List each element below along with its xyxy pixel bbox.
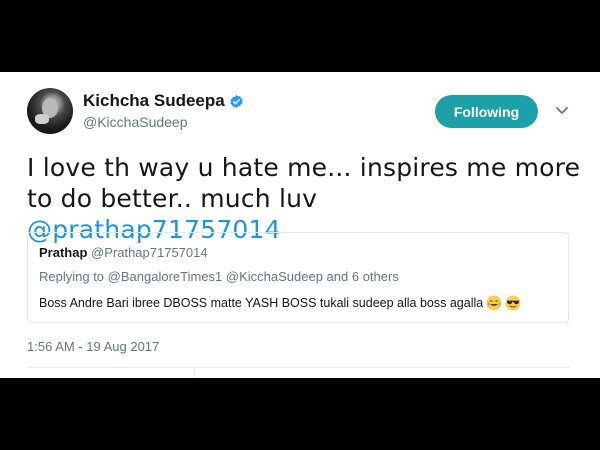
divider-vertical bbox=[194, 367, 195, 378]
quoted-tweet-body: Boss Andre Bari ibree DBOSS matte YASH B… bbox=[39, 295, 521, 311]
quoted-tweet-text: Boss Andre Bari ibree DBOSS matte YASH B… bbox=[39, 296, 484, 310]
quoted-tweet-replying-line: Replying to @BangaloreTimes1 @KicchaSude… bbox=[39, 269, 399, 284]
tweet-card: Kichcha Sudeepa @KicchaSudeep Following … bbox=[0, 72, 600, 378]
avatar[interactable] bbox=[27, 88, 73, 134]
chevron-down-icon[interactable] bbox=[555, 106, 569, 116]
quoted-tweet-header: Prathap @Prathap71757014 bbox=[39, 245, 208, 260]
replying-prefix: Replying to bbox=[39, 269, 105, 284]
tweet-timestamp[interactable]: 1:56 AM - 19 Aug 2017 bbox=[27, 339, 159, 354]
quoted-tweet-handle: @Prathap71757014 bbox=[91, 245, 208, 260]
face-with-tears-of-joy-icon bbox=[486, 295, 502, 311]
user-handle[interactable]: @KicchaSudeep bbox=[83, 114, 188, 130]
tweet-body: I love th way u hate me... inspires me m… bbox=[27, 153, 581, 213]
letterbox-top bbox=[0, 0, 600, 72]
avatar-hand bbox=[35, 114, 49, 124]
display-name[interactable]: Kichcha Sudeepa bbox=[83, 91, 225, 111]
smiling-face-with-sunglasses-icon bbox=[505, 295, 521, 311]
verified-badge-icon bbox=[230, 94, 243, 108]
divider bbox=[27, 367, 570, 368]
quoted-tweet[interactable]: Prathap @Prathap71757014 Replying to @Ba… bbox=[27, 232, 569, 323]
replying-to-handles[interactable]: @BangaloreTimes1 @KicchaSudeep bbox=[108, 269, 323, 284]
user-name-row: Kichcha Sudeepa bbox=[83, 91, 244, 111]
quoted-tweet-name: Prathap bbox=[39, 245, 88, 260]
letterbox-bottom bbox=[0, 378, 600, 450]
following-button[interactable]: Following bbox=[435, 95, 538, 128]
replying-suffix[interactable]: and 6 others bbox=[327, 269, 399, 284]
